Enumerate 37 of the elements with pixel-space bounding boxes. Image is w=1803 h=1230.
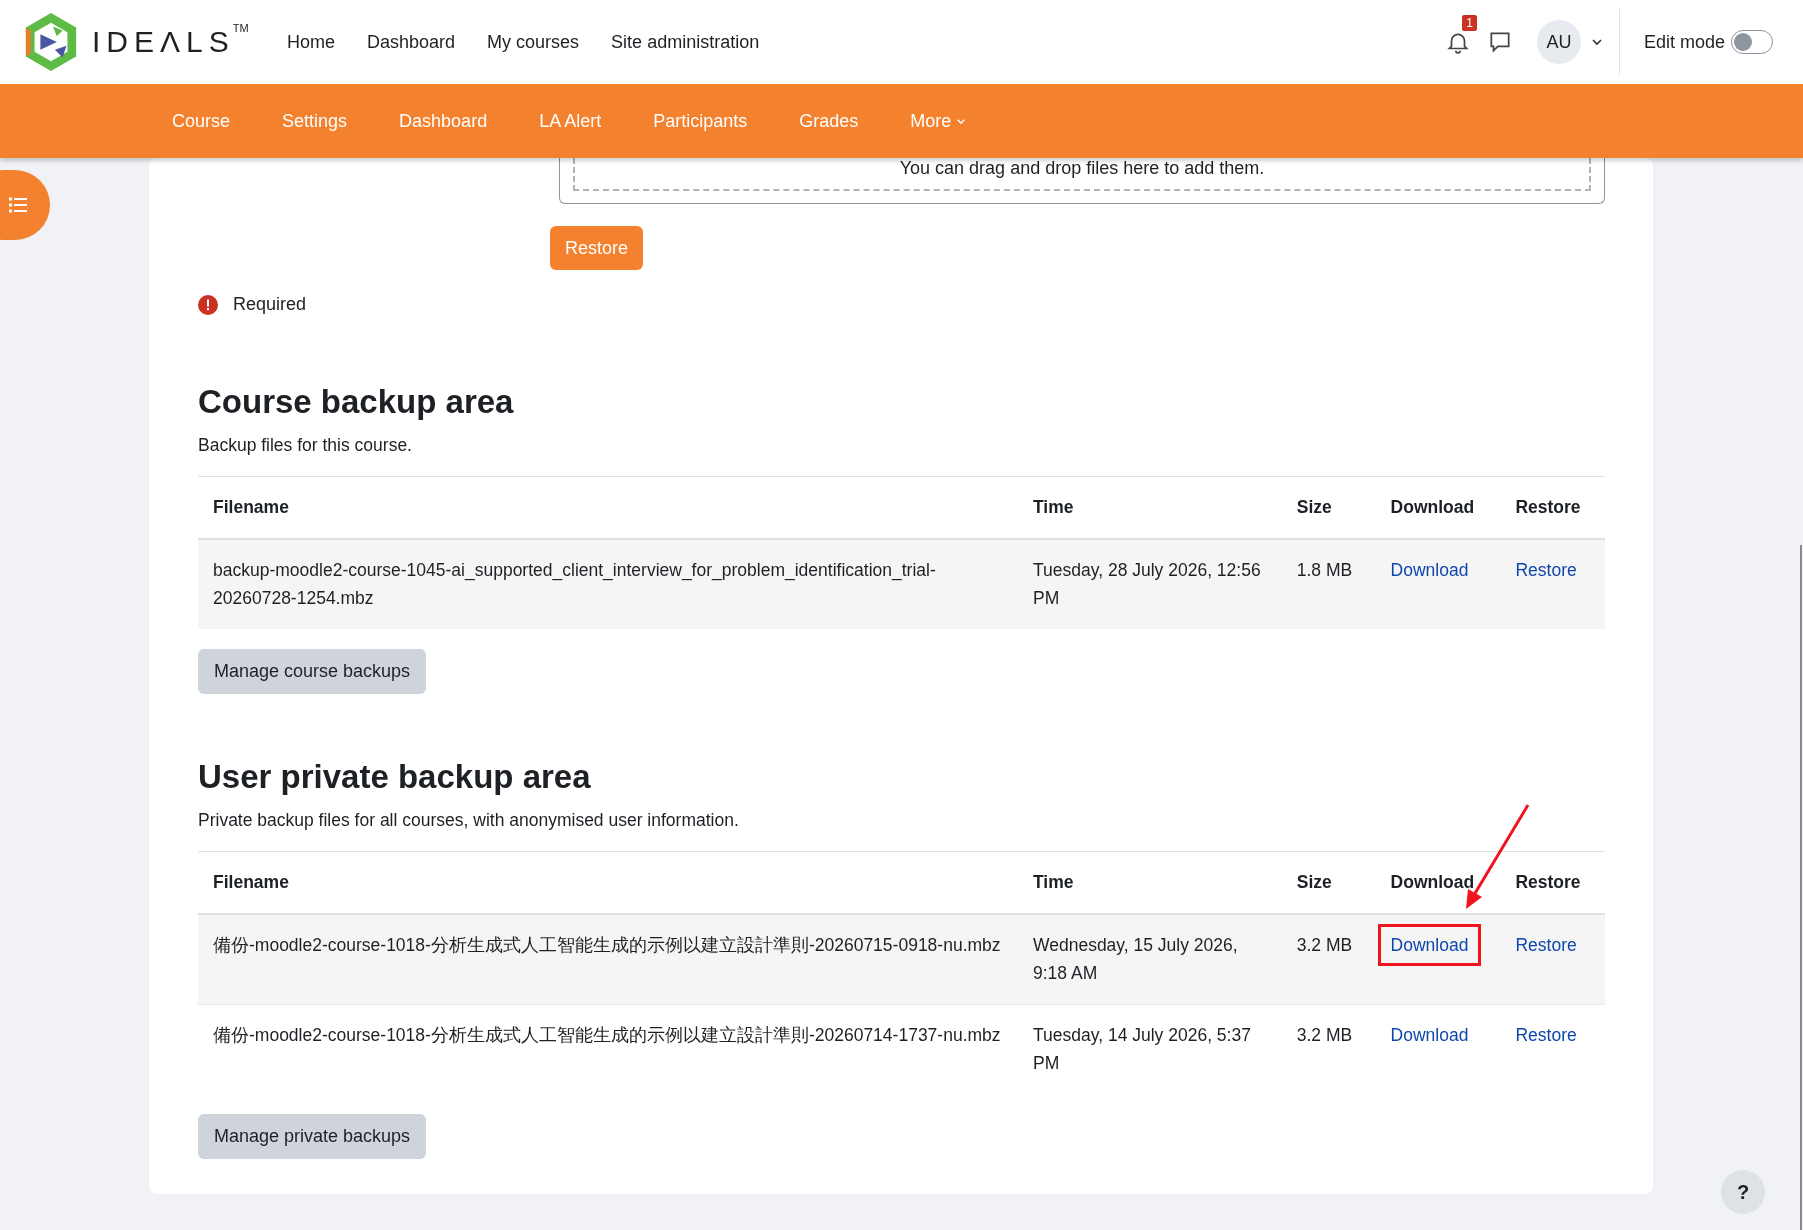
manage-backups-button[interactable]: Manage course backups [198,649,427,694]
size-cell: 1.8 MB [1281,539,1376,629]
file-drop-zone[interactable]: You can drag and drop files here to add them. [559,158,1605,204]
download-link[interactable]: Download [1390,560,1469,580]
nav-link[interactable]: Dashboard [367,31,456,53]
brand-name: IDEΛLS [92,25,235,59]
trademark: TM [232,22,249,34]
restore-link[interactable]: Restore [1515,560,1577,580]
caret-icon[interactable] [1590,38,1603,46]
nav-link[interactable]: Site administration [611,31,760,53]
restore-link[interactable]: Restore [1515,1025,1577,1045]
time-cell: Wednesday, 15 July 2026, 9:18 AM [1018,914,1282,1005]
required-note: Required [233,294,307,315]
filename-cell: 備份-moodle2-course-1018-分析生成式人工智能生成的示例以建立設計準則-20260715-0918-nu.mbz [198,914,1018,1005]
time-cell: Tuesday, 14 July 2026, 5:37 PM [1018,1004,1282,1094]
filename-cell: backup-moodle2-course-1045-ai_supported_client_interview_for_problem_identification_trial-20260728-1254.mbz [198,539,1018,629]
manage-backups-button[interactable]: Manage private backups [198,1114,427,1159]
size-cell: 3.2 MB [1281,914,1376,1005]
nav-link[interactable]: My courses [487,31,580,53]
restore-link[interactable]: Restore [1515,935,1577,955]
time-cell: Tuesday, 28 July 2026, 12:56 PM [1018,539,1282,629]
section-description: Backup files for this course. [198,435,413,456]
help-button[interactable]: ? [1721,1170,1765,1214]
section-heading: User private backup area [198,758,592,796]
notification-count: 1 [1462,15,1477,31]
user-avatar[interactable]: AU [1536,20,1581,64]
filename-cell: 備份-moodle2-course-1018-分析生成式人工智能生成的示例以建立設計準則-20260714-1737-nu.mbz [198,1004,1018,1094]
nav-link[interactable]: Home [287,31,335,53]
scrollbar[interactable] [1800,545,1802,1230]
section-heading: Course backup area [198,383,515,421]
required-icon [198,294,218,315]
list-icon [8,197,28,213]
edit-mode-label: Edit mode [1643,31,1725,53]
section-description: Private backup files for all courses, with anonymised user information. [198,810,740,831]
size-cell: 3.2 MB [1281,1004,1376,1094]
drop-hint: You can drag and drop files here to add them. [899,158,1265,179]
download-link[interactable]: Download [1390,1025,1469,1045]
